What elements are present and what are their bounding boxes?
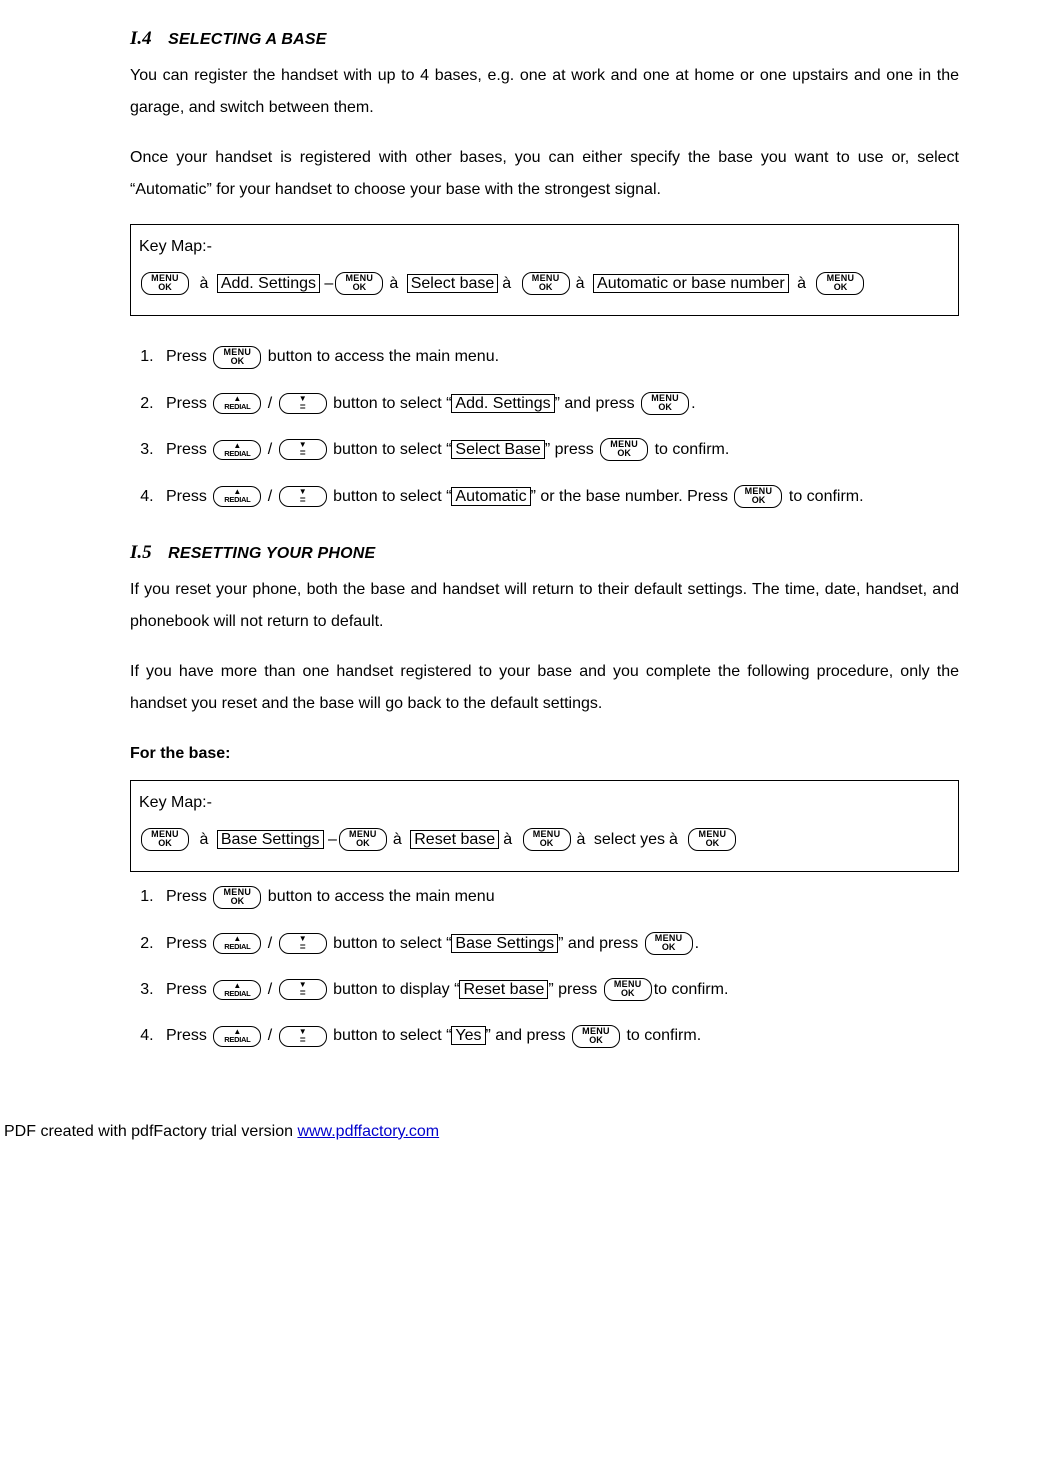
menu-ok-icon: MENUOK <box>734 485 782 508</box>
menu-ok-icon: MENUOK <box>641 392 689 415</box>
step-item: Press MENUOK button to access the main m… <box>158 878 959 916</box>
down-list-icon <box>279 486 327 507</box>
step-item: Press REDIAL / button to select “Base Se… <box>158 925 959 963</box>
arrow-icon: à <box>503 831 512 848</box>
menu-option: Add. Settings <box>451 394 554 413</box>
step-item: Press REDIAL / button to display “Reset … <box>158 971 959 1009</box>
down-list-icon <box>279 933 327 954</box>
arrow-icon: à <box>669 831 678 848</box>
down-list-icon <box>279 1026 327 1047</box>
menu-option: Add. Settings <box>217 274 320 293</box>
keymap-label: Key Map:- <box>139 229 950 264</box>
menu-option: Reset base <box>410 830 499 849</box>
menu-ok-icon: MENUOK <box>213 346 261 369</box>
down-list-icon <box>279 979 327 1000</box>
up-redial-icon: REDIAL <box>213 933 261 954</box>
paragraph: You can register the handset with up to … <box>130 60 959 124</box>
keymap-sequence: MENUOK à Add. Settings –MENUOKà Select b… <box>139 266 950 301</box>
section-heading: I.5 RESETTING YOUR PHONE <box>130 534 959 572</box>
menu-option: Automatic <box>451 487 530 506</box>
step-item: Press REDIAL / button to select “Add. Se… <box>158 385 959 423</box>
footer: PDF created with pdfFactory trial versio… <box>0 1116 959 1148</box>
menu-ok-icon: MENUOK <box>688 828 736 851</box>
keymap-box: Key Map:- MENUOK à Base Settings –MENUOK… <box>130 780 959 872</box>
step-item: Press REDIAL / button to select “Yes” an… <box>158 1017 959 1055</box>
menu-option: Select base <box>407 274 499 293</box>
menu-ok-icon: MENUOK <box>523 828 571 851</box>
menu-option: Reset base <box>459 980 548 999</box>
menu-option: Base Settings <box>217 830 324 849</box>
section-title: RESETTING YOUR PHONE <box>168 545 375 562</box>
menu-ok-icon: MENUOK <box>141 828 189 851</box>
down-list-icon <box>279 439 327 460</box>
arrow-icon: à <box>576 275 585 292</box>
down-list-icon <box>279 393 327 414</box>
menu-option: Automatic or base number <box>593 274 789 293</box>
up-redial-icon: REDIAL <box>213 393 261 414</box>
footer-text: PDF created with pdfFactory trial versio… <box>4 1123 297 1140</box>
menu-option: select yes <box>594 831 665 848</box>
arrow-icon: à <box>199 275 208 292</box>
up-redial-icon: REDIAL <box>213 440 261 461</box>
paragraph: If you reset your phone, both the base a… <box>130 574 959 638</box>
menu-ok-icon: MENUOK <box>600 438 648 461</box>
menu-ok-icon: MENUOK <box>141 272 189 295</box>
step-item: Press MENUOK button to access the main m… <box>158 338 959 376</box>
section-heading: I.4 SELECTING A BASE <box>130 20 959 58</box>
menu-ok-icon: MENUOK <box>335 272 383 295</box>
keymap-sequence: MENUOK à Base Settings –MENUOKà Reset ba… <box>139 822 950 857</box>
menu-ok-icon: MENUOK <box>339 828 387 851</box>
keymap-box: Key Map:- MENUOK à Add. Settings –MENUOK… <box>130 224 959 316</box>
step-item: Press REDIAL / button to select “Select … <box>158 431 959 469</box>
arrow-icon: à <box>199 831 208 848</box>
menu-option: Base Settings <box>451 934 558 953</box>
step-item: Press REDIAL / button to select “Automat… <box>158 478 959 516</box>
menu-ok-icon: MENUOK <box>816 272 864 295</box>
up-redial-icon: REDIAL <box>213 1026 261 1047</box>
arrow-icon: à <box>577 831 586 848</box>
steps-list: Press MENUOK button to access the main m… <box>130 338 959 516</box>
arrow-icon: à <box>389 275 398 292</box>
up-redial-icon: REDIAL <box>213 980 261 1001</box>
steps-list: Press MENUOK button to access the main m… <box>130 878 959 1056</box>
arrow-icon: à <box>502 275 511 292</box>
menu-option: Yes <box>451 1026 485 1045</box>
menu-ok-icon: MENUOK <box>213 886 261 909</box>
paragraph: If you have more than one handset regist… <box>130 656 959 720</box>
menu-ok-icon: MENUOK <box>572 1025 620 1048</box>
section-number: I.5 <box>130 542 152 563</box>
section-number: I.4 <box>130 28 152 49</box>
menu-ok-icon: MENUOK <box>604 978 652 1001</box>
keymap-label: Key Map:- <box>139 785 950 820</box>
arrow-icon: à <box>797 275 806 292</box>
footer-link[interactable]: www.pdffactory.com <box>297 1123 439 1140</box>
menu-ok-icon: MENUOK <box>645 932 693 955</box>
section-title: SELECTING A BASE <box>168 31 326 48</box>
paragraph: Once your handset is registered with oth… <box>130 142 959 206</box>
subheading: For the base: <box>130 738 959 770</box>
menu-option: Select Base <box>451 440 544 459</box>
menu-ok-icon: MENUOK <box>522 272 570 295</box>
up-redial-icon: REDIAL <box>213 486 261 507</box>
arrow-icon: à <box>393 831 402 848</box>
